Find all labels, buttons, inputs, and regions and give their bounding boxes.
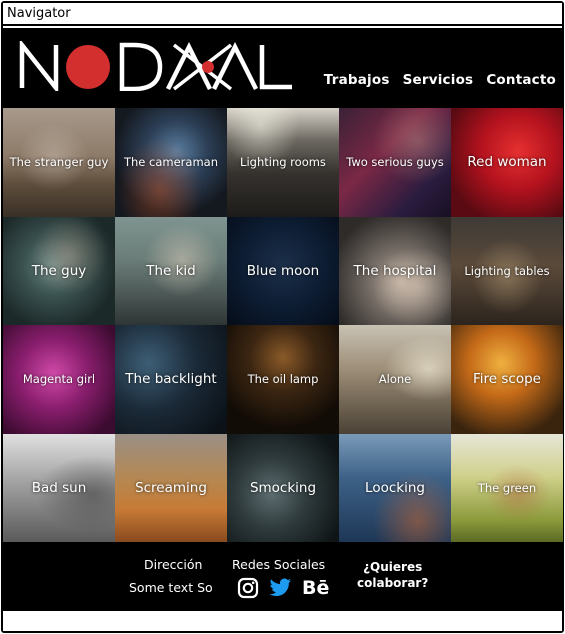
portfolio-tile[interactable]: Lighting rooms [227,108,339,217]
main-nav: Trabajos Servicios Contacto [324,72,556,88]
window-title: Navigator [3,3,562,26]
portfolio-tile[interactable]: The stranger guy [3,108,115,217]
website: Trabajos Servicios Contacto The stranger… [3,28,563,613]
tile-caption: The backlight [125,371,217,388]
cta-line-2: colaborar? [357,576,429,590]
portfolio-tile[interactable]: Red woman [451,108,563,217]
portfolio-tile[interactable]: The kid [115,216,227,325]
nav-trabajos[interactable]: Trabajos [324,72,390,88]
tile-caption: The guy [31,262,87,279]
social-icons: Bē [237,577,329,599]
instagram-icon[interactable] [237,577,259,599]
tile-caption: Magenta girl [22,372,96,387]
portfolio-tile[interactable]: Screaming [115,433,227,542]
portfolio-tile[interactable]: Two serious guys [339,108,451,217]
browser-window: Navigator Trabajos Servicios Contacto Th… [1,1,564,633]
tile-caption: Lighting rooms [240,155,326,170]
tile-caption: Alone [378,372,412,387]
portfolio-tile[interactable]: The guy [3,216,115,325]
portfolio-tile[interactable]: Loocking [339,433,451,542]
portfolio-tile[interactable]: Blue moon [227,216,339,325]
tile-caption: The hospital [353,262,437,279]
site-header: Trabajos Servicios Contacto [3,28,562,108]
portfolio-tile[interactable]: Magenta girl [3,325,115,434]
address-title: Dirección [144,557,203,572]
nav-servicios[interactable]: Servicios [403,72,474,88]
address-text: Some text So [129,580,213,595]
portfolio-tile[interactable]: Alone [339,325,451,434]
portfolio-tile[interactable]: Bad sun [3,433,115,542]
portfolio-tile[interactable]: Fire scope [451,325,563,434]
tile-caption: Lighting tables [464,263,550,278]
tile-caption: Blue moon [246,262,320,279]
tile-caption: Fire scope [473,371,541,388]
tile-caption: The oil lamp [247,372,319,387]
tile-caption: Smocking [249,479,317,496]
twitter-icon[interactable] [269,578,292,598]
portfolio-tile[interactable]: The hospital [339,216,451,325]
portfolio-tile[interactable]: Lighting tables [451,216,563,325]
portfolio-grid: The stranger guy The cameraman Lighting … [3,108,563,542]
portfolio-tile[interactable]: The green [451,433,563,542]
cta-line-1: ¿Quieres [363,560,423,574]
portfolio-tile[interactable]: The oil lamp [227,325,339,434]
behance-icon[interactable]: Bē [302,577,329,599]
status-bar [3,611,562,631]
tile-caption: Screaming [135,479,207,496]
portfolio-tile[interactable]: The backlight [115,325,227,434]
tile-caption: Bad sun [31,479,87,496]
tile-caption: Loocking [365,479,425,496]
tile-caption: The kid [146,262,196,279]
tile-caption: The stranger guy [9,155,109,170]
nav-contacto[interactable]: Contacto [486,72,556,88]
portfolio-tile[interactable]: Smocking [227,433,339,542]
tile-caption: The cameraman [123,155,218,170]
nodal-logo[interactable] [18,41,296,91]
tile-caption: Two serious guys [346,155,444,170]
tile-caption: The green [477,480,537,495]
site-footer: Dirección Some text So Redes Sociales Bē [3,542,562,613]
tile-caption: Red woman [467,154,547,171]
collaborate-cta[interactable]: ¿Quieres colaborar? [357,559,428,591]
portfolio-tile[interactable]: The cameraman [115,108,227,217]
social-title: Redes Sociales [232,557,326,572]
